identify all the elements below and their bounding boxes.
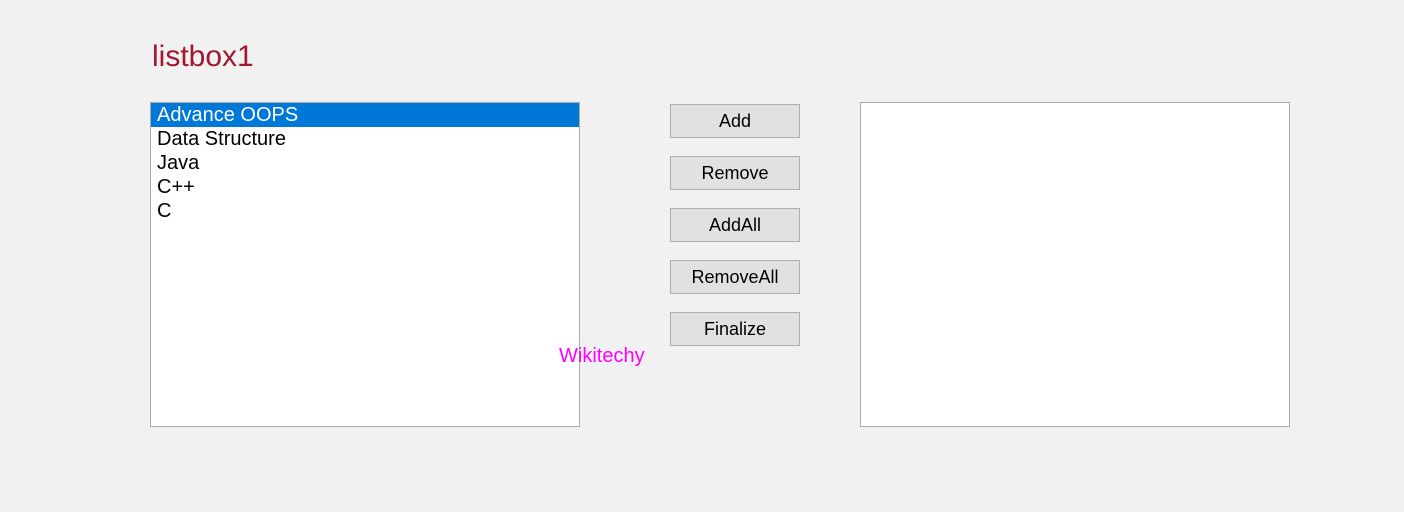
addall-button[interactable]: AddAll [670, 208, 800, 242]
list-item[interactable]: C++ [151, 175, 579, 199]
list-item[interactable]: Java [151, 151, 579, 175]
listbox1[interactable]: Advance OOPS Data Structure Java C++ C [150, 102, 580, 427]
list-item[interactable]: Data Structure [151, 127, 579, 151]
add-button[interactable]: Add [670, 104, 800, 138]
page-title: listbox1 [152, 40, 1404, 74]
removeall-button[interactable]: RemoveAll [670, 260, 800, 294]
remove-button[interactable]: Remove [670, 156, 800, 190]
list-item[interactable]: C [151, 199, 579, 223]
listbox2[interactable] [860, 102, 1290, 427]
button-column: Add Remove AddAll RemoveAll Finalize [670, 104, 800, 346]
main-row: Advance OOPS Data Structure Java C++ C A… [150, 102, 1404, 427]
list-item[interactable]: Advance OOPS [151, 103, 579, 127]
finalize-button[interactable]: Finalize [670, 312, 800, 346]
